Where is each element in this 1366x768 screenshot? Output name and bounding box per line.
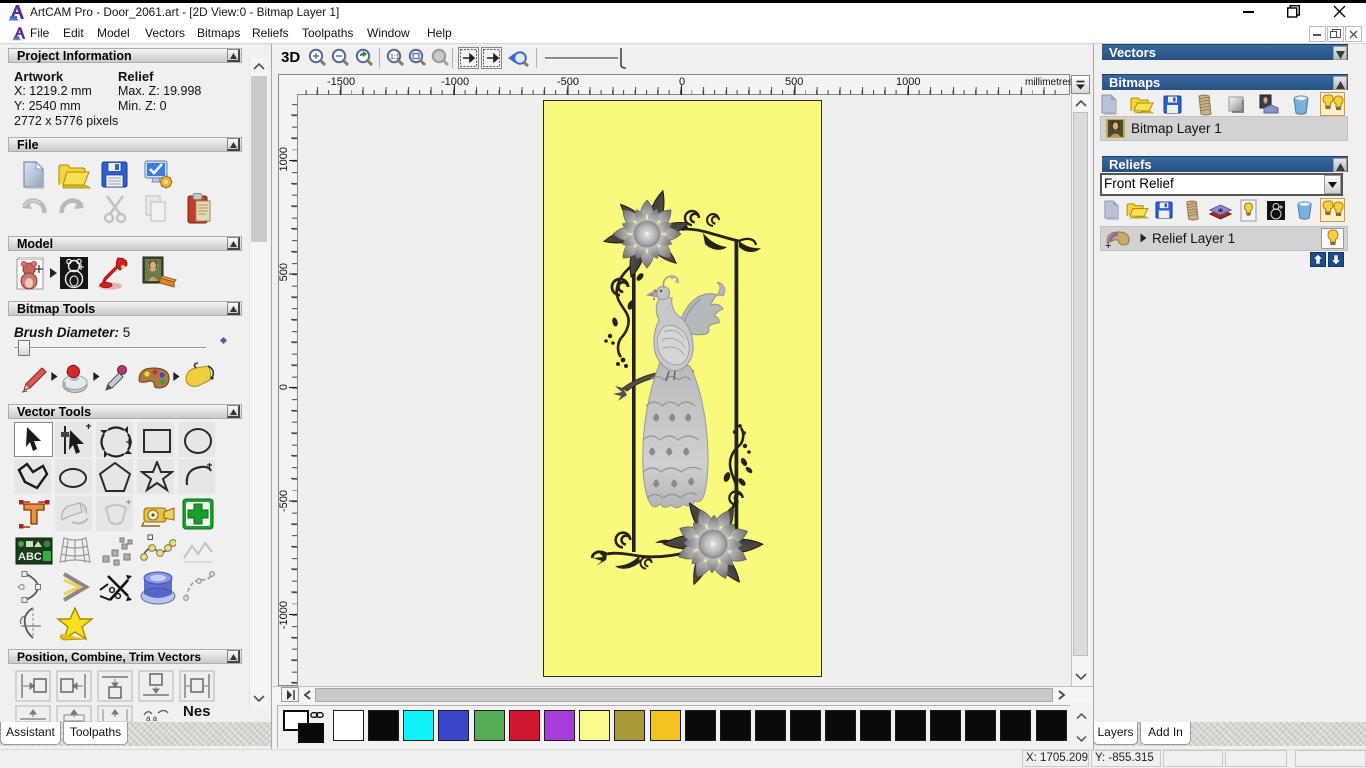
svg-text:+: + [1105, 240, 1111, 250]
svg-text:1:1: 1:1 [390, 54, 400, 61]
svg-text:ABC: ABC [18, 551, 42, 563]
svg-text:a a: a a [146, 714, 158, 722]
